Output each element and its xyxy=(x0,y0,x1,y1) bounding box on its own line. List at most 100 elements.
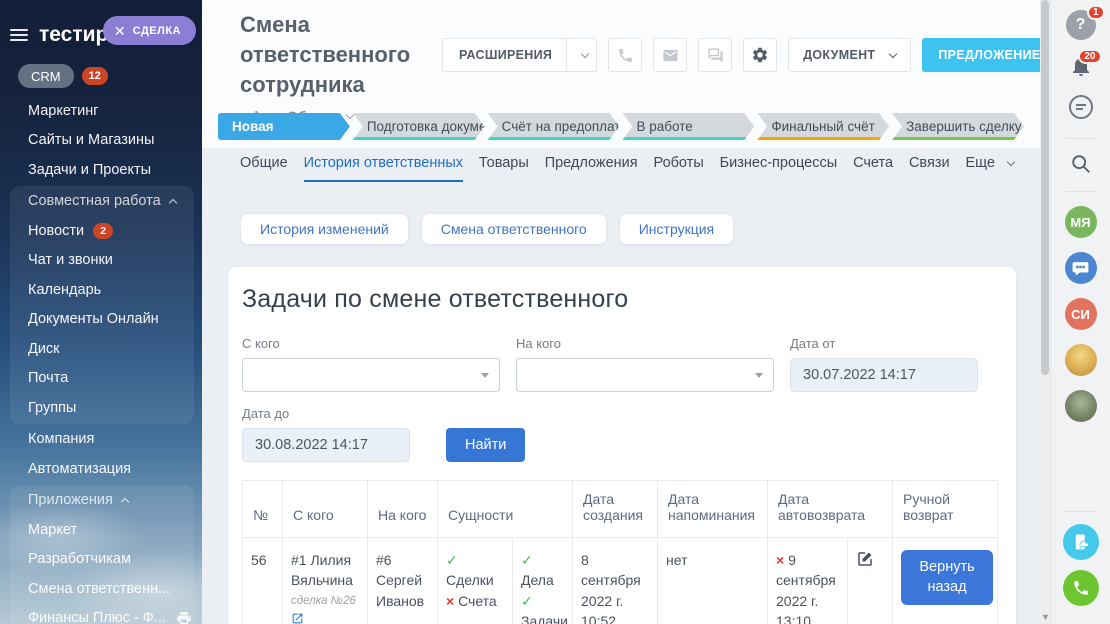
group-chat-button[interactable] xyxy=(1065,252,1097,284)
sidebar-item-disk[interactable]: Диск xyxy=(10,334,194,364)
chevron-down-icon xyxy=(889,49,897,57)
call-button[interactable] xyxy=(608,38,642,72)
tab-more[interactable]: Еще xyxy=(965,155,1014,180)
deal-note: сделка №26 xyxy=(291,593,359,610)
sidebar-item-company[interactable]: Компания xyxy=(0,425,202,455)
deal-tag[interactable]: ✕ СДЕЛКА xyxy=(103,16,196,45)
avatar-photo-2[interactable] xyxy=(1065,390,1097,422)
tab-responsible-history[interactable]: История ответственных xyxy=(304,155,463,182)
cross-icon: × xyxy=(446,593,454,609)
sidebar-group-apps-header[interactable]: Приложения xyxy=(10,486,194,516)
sidebar-item-sites[interactable]: Сайты и Магазины xyxy=(0,126,202,156)
subtab-change-history[interactable]: История изменений xyxy=(240,213,409,245)
search-button[interactable]: Найти xyxy=(446,428,525,462)
sidebar-item-mail[interactable]: Почта xyxy=(10,364,194,394)
stage-docs-preparation[interactable]: Подготовка документов xyxy=(353,113,485,140)
avatar-si[interactable]: СИ xyxy=(1065,298,1097,330)
tab-products[interactable]: Товары xyxy=(479,155,529,180)
col-created: Дата создания xyxy=(573,481,658,538)
extensions-dropdown-arrow[interactable] xyxy=(566,39,596,71)
check-icon: ✓ xyxy=(521,593,533,609)
sidebar-item-automation[interactable]: Автоматизация xyxy=(0,454,202,484)
header-actions: РАСШИРЕНИЯ ДОКУМЕНТ ПРЕДЛОЖЕНИЕ xyxy=(442,38,1086,72)
tab-robots[interactable]: Роботы xyxy=(654,155,704,180)
cell-autoreturn: × 9 сентября 2022 г. 13:10 xyxy=(768,538,848,624)
document-button[interactable]: ДОКУМЕНТ xyxy=(788,38,911,72)
mobile-cloud-icon xyxy=(1072,533,1090,551)
edit-row-icon[interactable] xyxy=(856,555,874,571)
deal-tabs: Общие История ответственных Товары Предл… xyxy=(240,155,1014,182)
sidebar-item-change-responsible[interactable]: Смена ответственн... xyxy=(10,574,194,604)
stage-close-deal[interactable]: Завершить сделку xyxy=(892,113,1024,140)
mobile-app-button[interactable] xyxy=(1063,524,1099,560)
menu-hamburger-icon[interactable] xyxy=(10,29,28,41)
from-select[interactable] xyxy=(242,358,500,392)
settings-button[interactable] xyxy=(743,38,777,72)
cell-num: 56 xyxy=(243,538,283,624)
col-from: С кого xyxy=(283,481,368,538)
sidebar-item-groups[interactable]: Группы xyxy=(10,393,194,423)
close-icon[interactable]: ✕ xyxy=(114,24,126,38)
cell-to: #6 Сергей Иванов xyxy=(368,538,438,624)
avatar-mya[interactable]: МЯ xyxy=(1065,206,1097,238)
sidebar-item-finance-plus[interactable]: Финансы Плюс - Ф... xyxy=(10,604,194,624)
cell-reminder: нет xyxy=(658,538,768,624)
tab-offers[interactable]: Предложения xyxy=(545,155,638,180)
chevron-down-icon xyxy=(1007,157,1015,165)
sidebar-item-tasks[interactable]: Задачи и Проекты xyxy=(0,155,202,185)
help-button[interactable]: ? 1 xyxy=(1066,10,1096,40)
sidebar-item-chat-calls[interactable]: Чат и звонки xyxy=(10,246,194,276)
subtab-instruction[interactable]: Инструкция xyxy=(619,213,734,245)
date-from-input[interactable]: 30.07.2022 14:17 xyxy=(790,358,978,392)
stage-prepayment-invoice[interactable]: Счёт на предоплату xyxy=(488,113,620,140)
news-counter-badge: 2 xyxy=(93,223,113,239)
open-deal-link-icon[interactable] xyxy=(291,612,304,624)
sidebar-item-docs-online[interactable]: Документы Онлайн xyxy=(10,305,194,335)
tasks-panel: Задачи по смене ответственного С кого На… xyxy=(228,267,1016,624)
callback-button[interactable] xyxy=(1063,570,1099,606)
email-button[interactable] xyxy=(653,38,687,72)
cell-from: #1 Лилия Вяльчина сделка №26 xyxy=(283,538,368,624)
avatar-photo-1[interactable] xyxy=(1065,344,1097,376)
scrollbar-thumb[interactable] xyxy=(1041,0,1049,375)
extensions-button[interactable]: РАСШИРЕНИЯ xyxy=(442,38,597,72)
main-scrollbar[interactable]: ▼ xyxy=(1040,0,1050,624)
subtab-change-responsible[interactable]: Смена ответственного xyxy=(421,213,607,245)
sidebar-item-market[interactable]: Маркет xyxy=(10,515,194,545)
sidebar-group-collaboration-header[interactable]: Совместная работа xyxy=(10,187,194,217)
date-from-label: Дата от xyxy=(790,336,978,351)
deal-tag-label: СДЕЛКА xyxy=(133,25,181,37)
stage-final-invoice[interactable]: Финальный счёт xyxy=(757,113,889,140)
stage-in-progress[interactable]: В работе xyxy=(622,113,754,140)
search-button[interactable] xyxy=(1070,153,1092,175)
sidebar-item-news[interactable]: Новости 2 xyxy=(10,216,194,246)
cell-edit xyxy=(848,538,893,624)
gear-icon xyxy=(751,46,769,64)
chat-button[interactable] xyxy=(698,38,732,72)
sidebar-item-calendar[interactable]: Календарь xyxy=(10,275,194,305)
col-entities: Сущности xyxy=(438,481,573,538)
to-select[interactable] xyxy=(516,358,774,392)
sidebar-item-developers[interactable]: Разработчикам xyxy=(10,545,194,575)
tab-relations[interactable]: Связи xyxy=(909,155,950,180)
tab-general[interactable]: Общие xyxy=(240,155,288,180)
right-toolbar: ? 1 20 МЯ СИ xyxy=(1050,0,1110,624)
help-badge: 1 xyxy=(1087,5,1105,20)
stage-new[interactable]: Новая xyxy=(218,113,350,140)
scrollbar-down-arrow[interactable]: ▼ xyxy=(1041,612,1050,622)
history-table: № С кого На кого Сущности Дата создания … xyxy=(242,480,998,624)
date-to-input[interactable]: 30.08.2022 14:17 xyxy=(242,428,410,462)
tab-business-processes[interactable]: Бизнес-процессы xyxy=(720,155,838,180)
col-autoreturn: Дата автовозврата xyxy=(768,481,893,538)
main-content: Смена ответственного сотрудника Общее РА… xyxy=(202,0,1040,624)
sidebar-item-crm[interactable]: CRM xyxy=(18,64,74,88)
dialog-icon xyxy=(1066,92,1096,122)
group-chat-icon xyxy=(1071,259,1090,278)
cell-manual-return: Вернуть назад xyxy=(893,538,998,624)
sidebar-item-marketing[interactable]: Маркетинг xyxy=(0,96,202,126)
cell-created: 8 сентября 2022 г. 10:52 xyxy=(573,538,658,624)
chat-history-button[interactable] xyxy=(1066,92,1096,122)
tab-invoices[interactable]: Счета xyxy=(853,155,893,180)
notifications-button[interactable]: 20 xyxy=(1069,54,1093,78)
return-back-button[interactable]: Вернуть назад xyxy=(901,550,993,605)
